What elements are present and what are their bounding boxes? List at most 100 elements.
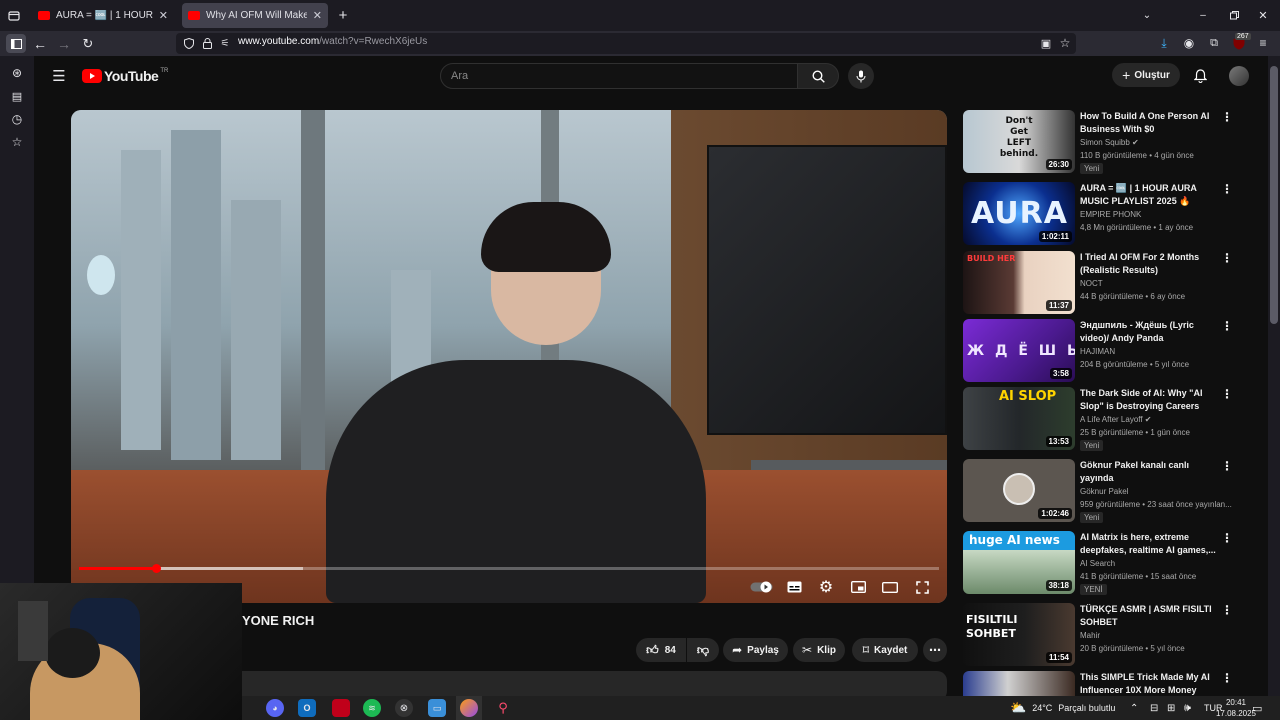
channel-name[interactable]: NOCT (1080, 279, 1103, 288)
search-button[interactable] (797, 63, 839, 89)
recommendation-item[interactable]: Ж Д Ё Ш Ь 3:58 Эндшпиль - Ждёшь (Lyric v… (963, 319, 1238, 383)
autoplay-toggle[interactable] (749, 576, 775, 598)
recommendation-item[interactable]: BUILD HER 11:37 I Tried AI OFM For 2 Mon… (963, 251, 1238, 315)
page-scrollbar[interactable] (1268, 56, 1280, 696)
theater-mode-icon[interactable] (879, 576, 901, 598)
recommendation-item[interactable]: 1:02:46 Göknur Pakel kanalı canlı yayınd… (963, 459, 1238, 523)
page-action-icon[interactable]: ▣ (1038, 35, 1054, 51)
new-tab-icon[interactable]: + (334, 6, 352, 24)
subtitles-icon[interactable] (783, 576, 805, 598)
lock-icon[interactable] (199, 35, 215, 51)
recommendation-item[interactable]: AURA 1:02:11 AURA = 🆒 | 1 HOUR AURA MUSI… (963, 182, 1238, 246)
video-thumbnail[interactable]: Ж Д Ё Ш Ь 3:58 (963, 319, 1075, 382)
maps-pin-icon[interactable]: ⚲ (494, 699, 512, 717)
close-window-icon[interactable]: ✕ (1254, 6, 1272, 24)
channel-name[interactable]: Simon Squibb ✔ (1080, 138, 1139, 147)
youtube-logo[interactable]: YouTube TR (82, 68, 168, 84)
restore-icon[interactable] (1225, 6, 1243, 24)
more-vertical-icon[interactable]: ⋮ (1221, 319, 1233, 333)
search-input[interactable]: Ara (440, 63, 798, 89)
notifications-bell-icon[interactable] (1190, 66, 1210, 86)
more-vertical-icon[interactable]: ⋮ (1221, 182, 1233, 196)
window-app-icon[interactable]: ▭ (428, 699, 446, 717)
channel-name[interactable]: A Life After Layoff ✔ (1080, 415, 1152, 424)
channel-name[interactable]: HAJIMAN (1080, 347, 1115, 356)
spotify-icon[interactable]: ≋ (363, 699, 381, 717)
recommendation-item[interactable]: huge AI news 38:18 AI Matrix is here, ex… (963, 531, 1238, 595)
recommendation-title[interactable]: Эндшпиль - Ждёшь (Lyric video)/ Andy Pan… (1080, 319, 1220, 345)
synced-tabs-icon[interactable]: ▤ (8, 87, 26, 105)
minimize-icon[interactable]: – (1194, 6, 1212, 24)
tray-chevron-icon[interactable]: ⌃ (1130, 696, 1138, 720)
recommendation-item[interactable]: AI SLOP 13:53 The Dark Side of AI: Why "… (963, 387, 1238, 451)
forward-icon[interactable]: → (55, 35, 73, 53)
scrollbar-thumb[interactable] (1270, 66, 1278, 324)
more-vertical-icon[interactable]: ⋮ (1221, 603, 1233, 617)
more-vertical-icon[interactable]: ⋮ (1221, 531, 1233, 545)
recommendation-title[interactable]: AI Matrix is here, extreme deepfakes, re… (1080, 531, 1220, 557)
more-vertical-icon[interactable]: ⋮ (1221, 459, 1233, 473)
shield-icon[interactable] (181, 35, 197, 51)
network-icon[interactable]: ⊟ (1150, 696, 1158, 720)
xbox-icon[interactable]: ⊗ (395, 699, 413, 717)
share-button[interactable]: ➦ Paylaş (723, 638, 788, 662)
channel-name[interactable]: AI Search (1080, 559, 1115, 568)
miniplayer-icon[interactable] (847, 576, 869, 598)
more-vertical-icon[interactable]: ⋮ (1221, 671, 1233, 685)
list-tabs-icon[interactable]: ⌄ (1138, 6, 1156, 24)
avatar[interactable] (1229, 66, 1249, 86)
hamburger-menu-icon[interactable]: ☰ (49, 66, 69, 86)
back-icon[interactable]: ← (31, 35, 49, 53)
vpn-icon[interactable]: ⊞ (1167, 696, 1175, 720)
video-thumbnail[interactable]: AURA 1:02:11 (963, 182, 1075, 245)
ai-chat-icon[interactable]: ⊛ (8, 64, 26, 82)
menu-icon[interactable]: ≡ (1255, 35, 1271, 51)
red-app-icon[interactable] (332, 699, 350, 717)
extensions-icon[interactable]: ⧉ (1206, 35, 1222, 51)
fullscreen-icon[interactable] (911, 576, 933, 598)
weather-widget[interactable]: ⛅ 24°C Parçalı bulutlu (1010, 696, 1115, 720)
recommendation-item[interactable]: This SIMPLE Trick Made My AI Influencer … (963, 671, 1238, 696)
save-button[interactable]: ⌑ Kaydet (852, 638, 918, 662)
close-tab-icon[interactable]: ✕ (159, 9, 168, 22)
recommendation-item[interactable]: FISILTILI SOHBET 11:54 TÜRKÇE ASMR | ASM… (963, 603, 1238, 667)
create-button[interactable]: + Oluştur (1112, 63, 1180, 87)
video-player[interactable]: ⚙ (71, 110, 947, 603)
recommendation-item[interactable]: Don't Get LEFT behind. 26:30 How To Buil… (963, 110, 1238, 174)
recommendation-title[interactable]: Göknur Pakel kanalı canlı yayında (1080, 459, 1220, 485)
recommendation-title[interactable]: AURA = 🆒 | 1 HOUR AURA MUSIC PLAYLIST 20… (1080, 182, 1220, 208)
settings-gear-icon[interactable]: ⚙ (815, 576, 837, 598)
more-vertical-icon[interactable]: ⋮ (1221, 387, 1233, 401)
video-thumbnail[interactable]: AI SLOP 13:53 (963, 387, 1075, 450)
sidebar-toggle-icon[interactable] (6, 34, 26, 53)
bookmarks-icon[interactable]: ☆ (8, 133, 26, 151)
video-thumbnail[interactable] (963, 671, 1075, 696)
close-tab-icon[interactable]: ✕ (313, 9, 322, 22)
progress-scrubber[interactable] (152, 564, 161, 573)
more-actions-button[interactable]: ⋯ (923, 638, 947, 662)
recommendation-title[interactable]: How To Build A One Person AI Business Wi… (1080, 110, 1220, 136)
recommendation-title[interactable]: TÜRKÇE ASMR | ASMR FISILTI SOHBET (1080, 603, 1220, 629)
volume-icon[interactable]: 🕪︎ (1184, 696, 1191, 720)
video-thumbnail[interactable]: BUILD HER 11:37 (963, 251, 1075, 314)
outlook-icon[interactable]: O (298, 699, 316, 717)
browser-tab-active[interactable]: Why AI OFM Will Make EVERYO ✕ (182, 3, 328, 28)
channel-name[interactable]: Göknur Pakel (1080, 487, 1128, 496)
permissions-icon[interactable]: ⚟ (217, 35, 233, 51)
history-icon[interactable]: ◷ (8, 110, 26, 128)
video-thumbnail[interactable]: 1:02:46 (963, 459, 1075, 522)
recommendation-title[interactable]: This SIMPLE Trick Made My AI Influencer … (1080, 671, 1220, 696)
channel-name[interactable]: Mahir (1080, 631, 1100, 640)
download-icon[interactable]: ⤓ (1156, 35, 1172, 51)
reload-icon[interactable]: ↻ (79, 35, 97, 53)
video-thumbnail[interactable]: huge AI news 38:18 (963, 531, 1075, 594)
voice-search-button[interactable] (848, 63, 874, 89)
more-vertical-icon[interactable]: ⋮ (1221, 110, 1233, 124)
recommendation-title[interactable]: I Tried AI OFM For 2 Months (Realistic R… (1080, 251, 1220, 277)
tab-overview-icon[interactable] (4, 6, 24, 26)
recommendation-title[interactable]: The Dark Side of AI: Why "AI Slop" is De… (1080, 387, 1220, 413)
video-thumbnail[interactable]: Don't Get LEFT behind. 26:30 (963, 110, 1075, 173)
dislike-button[interactable]: 👎︎ (687, 638, 719, 662)
channel-name[interactable]: EMPIRE PHONK (1080, 210, 1141, 219)
discord-icon[interactable]: ◕ (266, 699, 284, 717)
